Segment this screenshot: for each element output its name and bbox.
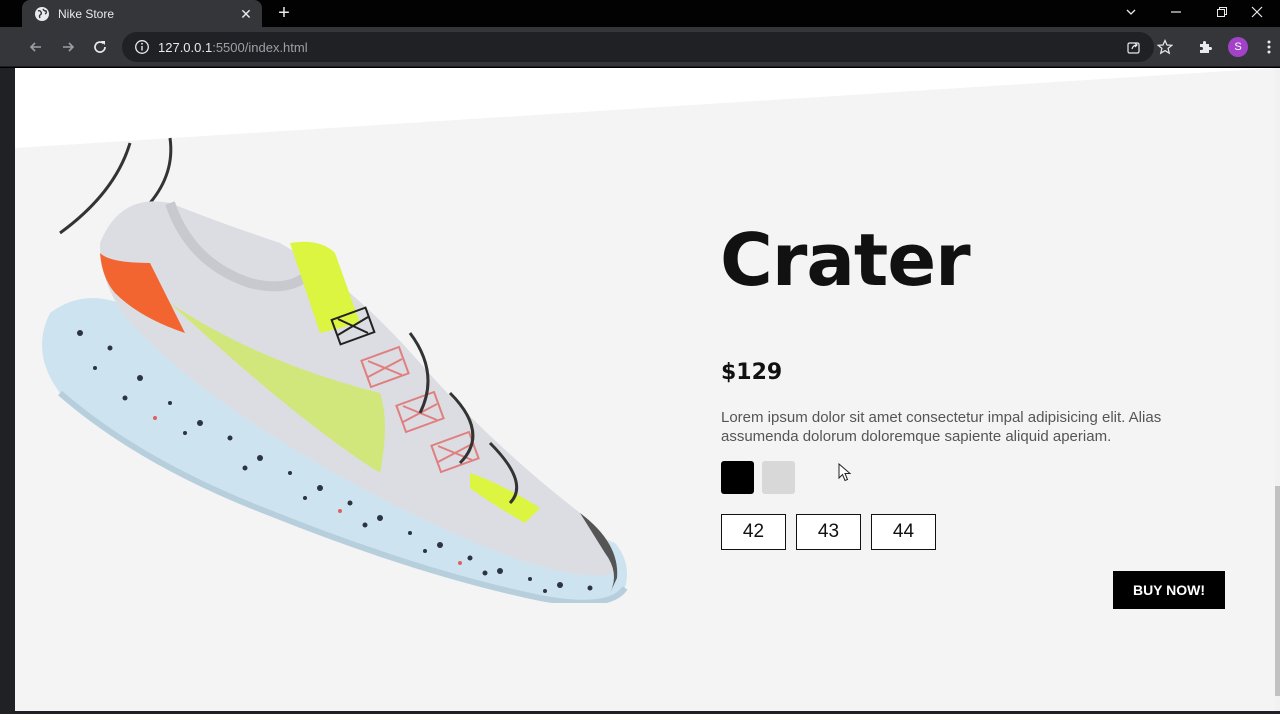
extensions-puzzle-icon[interactable] (1193, 35, 1217, 59)
product-title: Crater (720, 218, 971, 302)
page-viewport: Crater $129 Lorem ipsum dolor sit amet c… (0, 68, 1280, 714)
share-icon[interactable] (1121, 35, 1145, 59)
url-host: 127.0.0.1 (158, 39, 213, 55)
size-option[interactable]: 43 (796, 514, 861, 550)
url-text: 127.0.0.1:5500/index.html (158, 40, 308, 55)
profile-avatar[interactable]: S (1226, 35, 1250, 59)
browser-toolbar: 127.0.0.1:5500/index.html S (0, 27, 1280, 67)
forward-icon[interactable] (56, 35, 80, 59)
address-bar[interactable]: 127.0.0.1:5500/index.html (122, 32, 1154, 62)
product-shoe-image (42, 137, 628, 603)
menu-kebab-icon[interactable] (1257, 35, 1280, 59)
tab-strip: Nike Store ✕ + (0, 0, 1280, 27)
mouse-cursor-icon (838, 463, 852, 482)
reload-icon[interactable] (88, 35, 112, 59)
buy-now-button[interactable]: BUY NOW! (1113, 571, 1225, 609)
back-icon[interactable] (24, 35, 48, 59)
size-option[interactable]: 44 (871, 514, 936, 550)
left-edge (0, 68, 15, 714)
new-tab-button[interactable]: + (274, 3, 294, 23)
close-tab-icon[interactable]: ✕ (238, 6, 254, 22)
browser-tab[interactable]: Nike Store ✕ (22, 0, 262, 27)
site-info-icon[interactable] (134, 39, 150, 55)
url-path: :5500/index.html (212, 39, 308, 55)
close-window-icon[interactable] (1234, 0, 1280, 24)
tab-title: Nike Store (58, 6, 115, 21)
color-swatch-black[interactable] (721, 461, 754, 494)
product-description: Lorem ipsum dolor sit amet consectetur i… (721, 409, 1162, 445)
tab-search-icon[interactable] (1108, 0, 1154, 24)
bookmark-star-icon[interactable] (1153, 35, 1177, 59)
product-price: $129 (721, 360, 783, 385)
minimize-icon[interactable] (1153, 0, 1199, 24)
size-option[interactable]: 42 (721, 514, 786, 550)
scrollbar-thumb[interactable] (1275, 486, 1280, 696)
profile-initial: S (1228, 37, 1248, 57)
color-swatch-gray[interactable] (762, 461, 795, 494)
globe-icon (34, 6, 50, 22)
